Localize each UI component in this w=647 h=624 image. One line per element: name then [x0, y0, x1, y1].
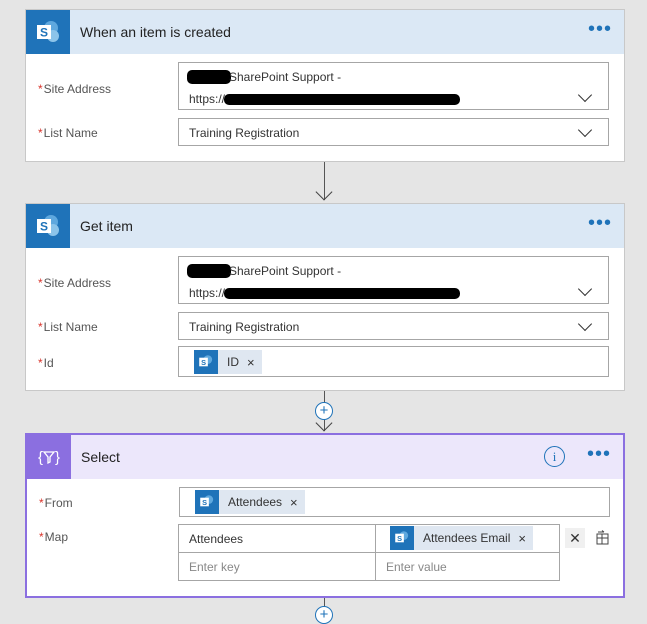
key-placeholder: Enter key — [189, 560, 240, 574]
token-label: ID — [227, 355, 239, 369]
sharepoint-icon: S — [26, 204, 70, 248]
site-address-label: *Site Address — [38, 82, 112, 96]
list-name-value: Training Registration — [189, 320, 300, 334]
chevron-down-icon[interactable] — [577, 281, 593, 297]
arrow-down-icon — [315, 183, 333, 201]
more-icon[interactable]: ••• — [588, 19, 612, 39]
more-icon[interactable]: ••• — [587, 444, 611, 464]
dynamic-token-id[interactable]: S ID × — [194, 350, 262, 374]
svg-text:S: S — [397, 534, 402, 543]
select-title: Select — [81, 449, 120, 465]
more-icon[interactable]: ••• — [588, 213, 612, 233]
delete-row-icon[interactable]: ✕ — [565, 528, 585, 548]
map-key-input[interactable]: Attendees — [178, 524, 376, 553]
site-address-label: *Site Address — [38, 276, 112, 290]
sharepoint-icon: S — [195, 490, 219, 514]
chevron-down-icon[interactable] — [577, 122, 593, 138]
add-step-icon[interactable]: + — [315, 402, 333, 420]
token-label: Attendees Email — [423, 531, 511, 545]
sharepoint-icon: S — [390, 526, 414, 550]
site-address-field[interactable]: SharePoint Support - https:// — [178, 62, 609, 110]
site-address-field[interactable]: SharePoint Support - https:// — [178, 256, 609, 304]
list-name-label: *List Name — [38, 126, 98, 140]
trigger-card[interactable]: S When an item is created ••• *Site Addr… — [25, 9, 625, 162]
svg-text:S: S — [202, 498, 207, 507]
select-card[interactable]: { } Select i ••• *From S Attendees × *Ma… — [25, 433, 625, 598]
info-icon[interactable]: i — [544, 446, 565, 467]
map-value-input-empty[interactable]: Enter value — [375, 552, 560, 581]
select-card-header[interactable]: { } Select i ••• — [27, 435, 623, 479]
site-name-text: SharePoint Support - — [229, 70, 342, 84]
map-value-input[interactable]: S Attendees Email × — [375, 524, 560, 553]
from-label: *From — [39, 496, 73, 510]
trigger-title: When an item is created — [80, 24, 231, 40]
svg-text:S: S — [40, 220, 48, 234]
list-name-field[interactable]: Training Registration — [178, 312, 609, 340]
site-name-text: SharePoint Support - — [229, 264, 342, 278]
list-name-label: *List Name — [38, 320, 98, 334]
svg-text:S: S — [201, 358, 206, 367]
switch-mode-icon[interactable] — [595, 530, 611, 549]
dynamic-token-attendees[interactable]: S Attendees × — [195, 490, 305, 514]
value-placeholder: Enter value — [386, 560, 447, 574]
svg-text:S: S — [40, 26, 48, 40]
map-key-input-empty[interactable]: Enter key — [178, 552, 376, 581]
redacted-block — [187, 264, 231, 278]
get-item-card-header[interactable]: S Get item ••• — [26, 204, 624, 248]
token-remove-icon[interactable]: × — [247, 355, 255, 370]
sharepoint-icon: S — [194, 350, 218, 374]
get-item-title: Get item — [80, 218, 133, 234]
list-name-field[interactable]: Training Registration — [178, 118, 609, 146]
trigger-card-header[interactable]: S When an item is created ••• — [26, 10, 624, 54]
add-step-icon[interactable]: + — [315, 606, 333, 624]
redacted-block — [224, 94, 460, 105]
sharepoint-icon: S — [26, 10, 70, 54]
site-url-text: https:// — [189, 92, 226, 106]
token-label: Attendees — [228, 495, 283, 509]
redacted-block — [224, 288, 460, 299]
svg-text:{: { — [38, 449, 43, 466]
token-remove-icon[interactable]: × — [518, 531, 526, 546]
chevron-down-icon[interactable] — [577, 87, 593, 103]
id-field[interactable]: S ID × — [178, 346, 609, 377]
get-item-card[interactable]: S Get item ••• *Site Address SharePoint … — [25, 203, 625, 391]
dynamic-token-attendees-email[interactable]: S Attendees Email × — [390, 526, 533, 550]
chevron-down-icon[interactable] — [577, 316, 593, 332]
svg-text:}: } — [55, 449, 60, 466]
id-label: *Id — [38, 356, 54, 370]
map-label: *Map — [39, 530, 69, 544]
list-name-value: Training Registration — [189, 126, 300, 140]
map-key-value: Attendees — [189, 532, 244, 546]
select-filter-icon: { } — [27, 435, 71, 479]
token-remove-icon[interactable]: × — [290, 495, 298, 510]
site-url-text: https:// — [189, 286, 226, 300]
from-field[interactable]: S Attendees × — [179, 487, 610, 517]
redacted-block — [187, 70, 231, 84]
